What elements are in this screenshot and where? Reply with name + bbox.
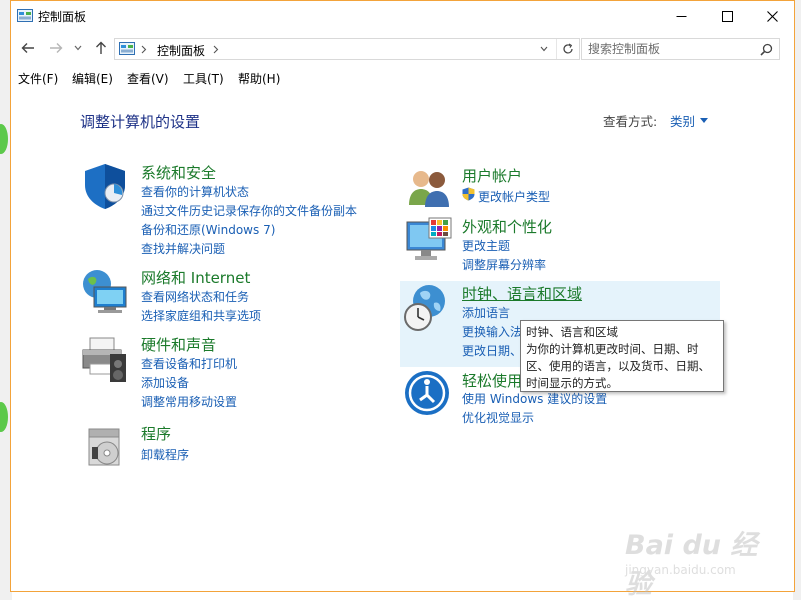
navigation-bar: 控制面板 [11, 32, 794, 64]
tooltip-line: 区、使用的语言，以及货币、日期、 [526, 359, 710, 373]
category-network-internet[interactable]: 网络和 Internet [141, 267, 250, 288]
clock-globe-icon[interactable] [402, 283, 452, 333]
link-view-computer-status[interactable]: 查看你的计算机状态 [141, 183, 249, 200]
link-homegroup-sharing[interactable]: 选择家庭组和共享选项 [141, 307, 261, 324]
control-panel-window: 控制面板 控制面板 搜索控制面板 文件(F) 编辑(E) 查看(V) 工具(T)… [10, 0, 795, 600]
link-mobility-settings[interactable]: 调整常用移动设置 [141, 393, 237, 410]
view-by-label: 查看方式: [603, 114, 658, 129]
category-ease-of-access[interactable]: 轻松使用 [462, 370, 522, 391]
recent-locations-button[interactable] [72, 40, 84, 56]
category-appearance[interactable]: 外观和个性化 [462, 216, 552, 237]
watermark-url-text: jingyan.baidu.com [625, 563, 736, 577]
network-globe-icon[interactable] [80, 267, 130, 317]
link-troubleshoot[interactable]: 查找并解决问题 [141, 240, 225, 257]
menu-file[interactable]: 文件(F) [18, 70, 58, 87]
uac-shield-icon [462, 187, 475, 201]
baidu-watermark: Bai du 经验 jingyan.baidu.com [617, 513, 767, 600]
link-devices-printers[interactable]: 查看设备和打印机 [141, 355, 237, 372]
link-optimize-visual[interactable]: 优化视觉显示 [462, 409, 534, 426]
arrow-right-icon [50, 43, 63, 53]
category-system-security[interactable]: 系统和安全 [141, 162, 216, 183]
page-title: 调整计算机的设置 [80, 113, 201, 131]
view-by-dropdown[interactable]: 类别 [670, 111, 695, 130]
close-button[interactable] [749, 1, 795, 32]
link-uninstall-program[interactable]: 卸载程序 [141, 446, 189, 463]
watermark-main-text: Bai du 经验 [625, 530, 758, 600]
link-recommended-settings[interactable]: 使用 Windows 建议的设置 [462, 390, 607, 407]
link-screen-resolution[interactable]: 调整屏幕分辨率 [462, 256, 546, 273]
chevron-down-icon [74, 45, 82, 51]
maximize-button[interactable] [704, 1, 750, 32]
user-accounts-icon[interactable] [405, 165, 455, 215]
control-panel-small-icon [119, 42, 135, 55]
address-bar[interactable]: 控制面板 [114, 38, 580, 60]
menu-bar: 文件(F) 编辑(E) 查看(V) 工具(T) 帮助(H) [11, 66, 794, 88]
link-add-language[interactable]: 添加语言 [462, 304, 510, 321]
tooltip: 时钟、语言和区域 为你的计算机更改时间、日期、时 区、使用的语言，以及货币、日期… [520, 320, 724, 392]
link-change-input-method[interactable]: 更换输入法 [462, 323, 522, 340]
link-file-history-backup[interactable]: 通过文件历史记录保存你的文件备份副本 [141, 202, 357, 219]
menu-tools[interactable]: 工具(T) [183, 70, 224, 87]
category-clock-language-region[interactable]: 时钟、语言和区域 [462, 283, 582, 304]
forward-button[interactable] [47, 40, 65, 56]
maximize-icon [721, 11, 733, 22]
breadcrumb-control-panel[interactable]: 控制面板 [157, 42, 205, 59]
programs-icon[interactable] [85, 421, 135, 471]
breadcrumb-chevron-icon[interactable] [213, 45, 219, 54]
link-network-status[interactable]: 查看网络状态和任务 [141, 288, 249, 305]
dropdown-arrow-icon[interactable] [700, 118, 708, 123]
category-hardware-sound[interactable]: 硬件和声音 [141, 334, 216, 355]
back-button[interactable] [19, 40, 37, 56]
link-change-account-type[interactable]: 更改帐户类型 [478, 188, 550, 205]
search-icon[interactable] [760, 43, 773, 56]
window-title: 控制面板 [38, 10, 87, 24]
menu-help[interactable]: 帮助(H) [238, 70, 280, 87]
category-programs[interactable]: 程序 [141, 423, 171, 444]
link-backup-restore[interactable]: 备份和还原(Windows 7) [141, 221, 275, 238]
control-panel-app-icon [17, 9, 33, 22]
menu-view[interactable]: 查看(V) [127, 70, 169, 87]
refresh-icon [563, 43, 573, 54]
tooltip-title: 时钟、语言和区域 [526, 325, 618, 339]
title-bar[interactable]: 控制面板 [11, 1, 794, 32]
printer-icon[interactable] [80, 334, 130, 384]
appearance-monitor-icon[interactable] [405, 216, 455, 266]
link-change-theme[interactable]: 更改主题 [462, 237, 510, 254]
category-user-accounts[interactable]: 用户帐户 [462, 165, 522, 186]
search-box[interactable] [581, 38, 780, 60]
ease-of-access-icon[interactable] [403, 369, 453, 419]
address-history-chevron-icon[interactable] [540, 46, 548, 52]
shield-icon[interactable] [80, 161, 130, 211]
link-add-device[interactable]: 添加设备 [141, 374, 189, 391]
arrow-up-icon [96, 41, 106, 54]
up-button[interactable] [92, 40, 110, 56]
tooltip-line: 为你的计算机更改时间、日期、时 [526, 342, 699, 356]
arrow-left-icon [21, 43, 34, 53]
link-change-date-time[interactable]: 更改日期、 [462, 342, 522, 359]
menu-edit[interactable]: 编辑(E) [72, 70, 113, 87]
tooltip-line: 时间显示的方式。 [526, 376, 618, 390]
close-icon [766, 11, 778, 22]
refresh-button[interactable] [556, 39, 579, 59]
minimize-icon [676, 16, 686, 17]
breadcrumb-chevron-icon [141, 45, 147, 54]
search-input[interactable] [588, 41, 748, 57]
minimize-button[interactable] [658, 1, 704, 32]
